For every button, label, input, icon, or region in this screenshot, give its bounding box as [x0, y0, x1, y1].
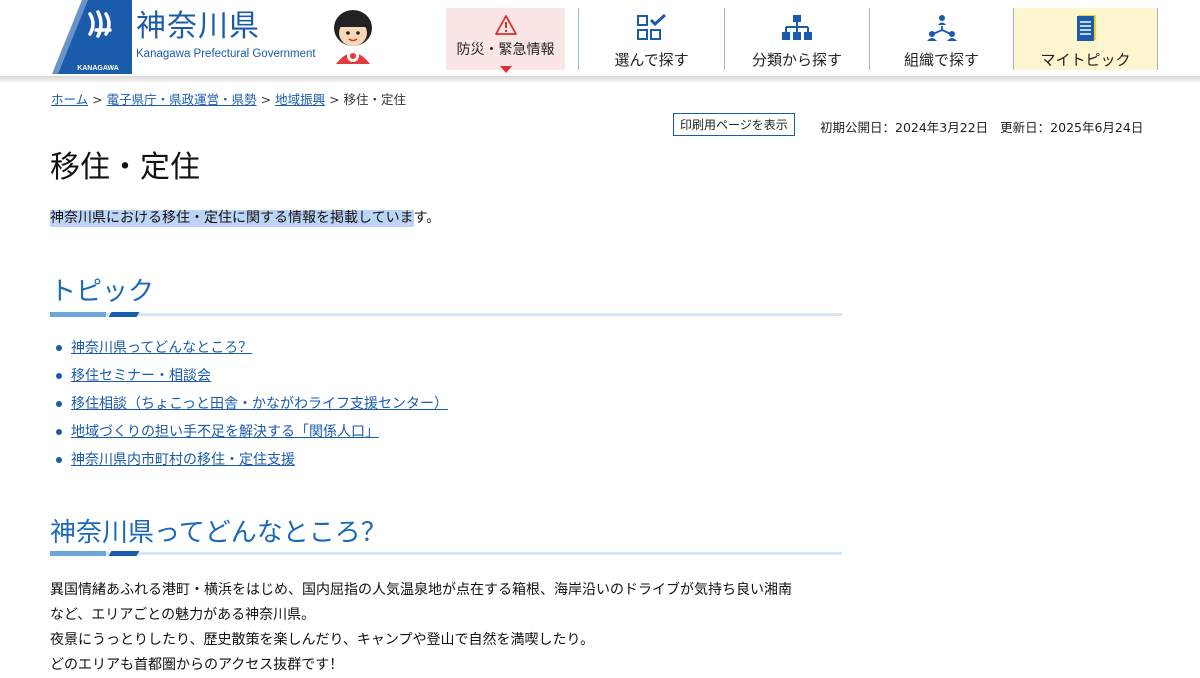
body-paragraph: 異国情緒あふれる港町・横浜をはじめ、国内屈指の人気温泉地が点在する箱根、海岸沿い… — [50, 582, 792, 598]
list-item: 移住相談（ちょこっと田舎・かながわライフ支援センター） — [56, 394, 448, 422]
topic-link-seminars[interactable]: 移住セミナー・相談会 — [71, 368, 211, 384]
nav-category-search[interactable]: 分類から探す — [725, 8, 869, 70]
nav-divider — [1157, 8, 1158, 70]
heading-underline — [50, 312, 842, 317]
logo-subtitle: Kanagawa Prefectural Government — [136, 48, 316, 60]
nav-disaster-info[interactable]: 防災・緊急情報 — [446, 8, 565, 73]
breadcrumb-link-e-government[interactable]: 電子県庁・県政運営・県勢 — [107, 92, 257, 107]
topics-list: 神奈川県ってどんなところ？ 移住セミナー・相談会 移住相談（ちょこっと田舎・かな… — [56, 338, 448, 478]
breadcrumb-link-home[interactable]: ホーム — [51, 92, 88, 107]
heading-underline — [50, 551, 842, 556]
topic-link-related-population[interactable]: 地域づくりの担い手不足を解決する「関係人口」 — [71, 424, 379, 440]
topic-link-consultation-center[interactable]: 移住相談（ちょこっと田舎・かながわライフ支援センター） — [71, 396, 448, 412]
page-title: 移住・定住 — [50, 150, 200, 185]
intro-selected-text: 神奈川県における移住・定住に関する情報を掲載していま — [50, 210, 414, 227]
updated-date: 更新日：2025年6月24日 — [1000, 120, 1144, 135]
hierarchy-icon — [782, 15, 812, 40]
breadcrumb: ホーム > 電子県庁・県政運営・県勢 > 地域振興 > 移住・定住 — [51, 89, 406, 108]
site-logo[interactable]: KANAGAWA 神奈川県 Kanagawa Prefectural Gover… — [52, 0, 332, 74]
topics-heading: トピック — [50, 277, 155, 307]
kanagawa-emblem-icon: KANAGAWA — [52, 0, 132, 74]
chevron-down-icon — [499, 66, 512, 73]
warning-icon — [494, 15, 517, 35]
breadcrumb-separator: > — [260, 92, 272, 107]
print-view-button[interactable]: 印刷用ページを表示 — [673, 113, 795, 136]
body-paragraph: など、エリアごとの魅力がある神奈川県。 — [50, 607, 316, 623]
nav-my-topic[interactable]: マイトピック — [1014, 8, 1157, 70]
body-paragraph: どのエリアも首都圏からのアクセス抜群です！ — [50, 657, 344, 673]
intro-rest-text: す。 — [413, 210, 441, 226]
header-shadow — [0, 76, 1200, 82]
body-paragraph: 夜景にうっとりしたり、歴史散策を楽しんだり、キャンプや登山で自然を満喫したり。 — [50, 632, 595, 648]
logo-band-text: KANAGAWA — [77, 65, 119, 72]
published-date: 初期公開日：2024年3月22日 — [820, 120, 989, 135]
site-header: KANAGAWA 神奈川県 Kanagawa Prefectural Gover… — [0, 0, 1200, 78]
section-body: 異国情緒あふれる港町・横浜をはじめ、国内屈指の人気温泉地が点在する箱根、海岸沿い… — [50, 578, 792, 678]
breadcrumb-separator: > — [329, 92, 340, 107]
logo-title: 神奈川県 — [136, 9, 260, 44]
organization-icon — [926, 15, 957, 41]
checklist-icon — [636, 14, 666, 40]
breadcrumb-separator: > — [92, 92, 103, 107]
breadcrumb-current: 移住・定住 — [343, 92, 407, 107]
nav-label: 組織で探す — [903, 51, 979, 69]
topic-link-municipal-support[interactable]: 神奈川県内市町村の移住・定住支援 — [71, 452, 295, 468]
nav-label: 分類から探す — [751, 51, 842, 69]
topic-link-about-kanagawa[interactable]: 神奈川県ってどんなところ？ — [71, 340, 252, 356]
notebook-icon — [1076, 15, 1096, 41]
list-item: 地域づくりの担い手不足を解決する「関係人口」 — [56, 422, 448, 450]
list-item: 移住セミナー・相談会 — [56, 366, 448, 394]
list-item: 神奈川県内市町村の移住・定住支援 — [56, 450, 448, 478]
nav-organization-search[interactable]: 組織で探す — [870, 8, 1013, 70]
mascot-character-icon — [334, 10, 372, 64]
intro-text: 神奈川県における移住・定住に関する情報を掲載しています。 — [50, 208, 440, 228]
nav-select-search[interactable]: 選んで探す — [579, 8, 724, 70]
nav-label: 選んで探す — [614, 51, 689, 69]
section-heading: 神奈川県ってどんなところ？ — [50, 518, 387, 548]
nav-label: 防災・緊急情報 — [456, 42, 555, 58]
list-item: 神奈川県ってどんなところ？ — [56, 338, 448, 366]
breadcrumb-link-regional-promotion[interactable]: 地域振興 — [275, 92, 325, 107]
page-dates: 初期公開日：2024年3月22日 更新日：2025年6月24日 — [820, 117, 1143, 136]
nav-label: マイトピック — [1040, 51, 1131, 69]
